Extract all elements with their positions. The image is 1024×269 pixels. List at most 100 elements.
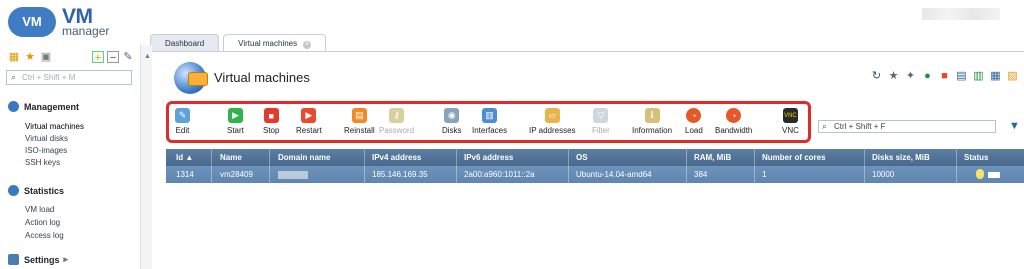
column-status[interactable]: Status [964, 153, 988, 162]
expand-all-icon[interactable]: + [92, 51, 104, 64]
settings-list-icon[interactable]: ▧ [1007, 71, 1018, 82]
close-tab-icon[interactable]: × [303, 41, 312, 49]
filter-funnel-icon[interactable]: ▼ [1009, 120, 1020, 132]
sidebar-item-access-log[interactable]: Access log [25, 231, 64, 240]
table-row[interactable]: 1314 vm28409 185.146.169.35 2a00:a960:10… [166, 166, 1024, 183]
toolbar-reinstall-button[interactable]: ▤ Reinstall [344, 108, 375, 135]
redacted-domain [278, 170, 308, 179]
sidebar-item-action-log[interactable]: Action log [25, 218, 60, 227]
start-icon: ▶ [227, 108, 243, 123]
management-icon [8, 101, 19, 112]
toolbar-information-button[interactable]: ℹ Information [632, 108, 672, 135]
sidebar-tools: ▦ ★ ▣ + − ✎ [8, 51, 133, 64]
page-actions: ↻ ★ ✦ ● ■ ▤ ▥ ▦ ▧ [871, 71, 1018, 82]
sidebar-item-iso-images[interactable]: ISO-images [25, 146, 67, 155]
disks-icon: ◉ [444, 108, 460, 123]
pin-icon[interactable]: ✎ [122, 51, 134, 63]
favorites-star-icon[interactable]: ★ [24, 51, 36, 63]
search-icon: ⌕ [11, 72, 17, 82]
toolbar-password-button[interactable]: ⚷ Password [379, 108, 414, 135]
print-icon[interactable]: ▦ [990, 71, 1001, 82]
load-icon: ◔ [686, 108, 702, 123]
reinstall-icon: ▤ [351, 108, 367, 123]
stop-icon: ■ [263, 108, 279, 123]
column-id[interactable]: Id ▲ [176, 153, 193, 162]
collapse-sidebar-icon[interactable]: ▲ [144, 53, 151, 60]
cell-os: Ubuntu-14.04-amd64 [576, 170, 652, 179]
cell-ipv6: 2a00:a960:1011::2a [464, 170, 535, 179]
cell-id: 1314 [176, 170, 194, 179]
toolbar-load-button[interactable]: ◔ Load [685, 108, 703, 135]
refresh-icon[interactable]: ↻ [871, 71, 882, 82]
statistics-icon [8, 185, 19, 196]
sidebar: ▦ ★ ▣ + − ✎ ⌕ Ctrl + Shift + M Managemen… [0, 45, 140, 269]
toolbar-edit-button[interactable]: ✎ Edit [175, 108, 190, 135]
toolbar-ip-addresses-button[interactable]: ▱ IP addresses [529, 108, 576, 135]
toolbar-start-button[interactable]: ▶ Start [227, 108, 244, 135]
expand-arrow-icon: ▸ [63, 254, 69, 264]
pin-page-icon[interactable]: ✦ [905, 71, 916, 82]
cell-ipv4: 185.146.169.35 [372, 170, 428, 179]
column-ipv4[interactable]: IPv4 address [372, 153, 421, 162]
column-ram[interactable]: RAM, MiB [694, 153, 731, 162]
logo-manager-text: manager [62, 24, 110, 38]
page-title: Virtual machines [214, 70, 310, 85]
sidebar-section-settings[interactable]: Settings ▸ [8, 254, 68, 265]
logo-badge: VM [8, 6, 56, 37]
toolbar-bandwidth-button[interactable]: ◔ Bandwidth [715, 108, 752, 135]
column-domain-name[interactable]: Domain name [278, 153, 330, 162]
document-icon[interactable]: ▤ [956, 71, 967, 82]
toolbar-stop-button[interactable]: ■ Stop [263, 108, 279, 135]
ip-addresses-icon: ▱ [544, 108, 560, 123]
column-cores[interactable]: Number of cores [762, 153, 826, 162]
logo[interactable]: VM VM manager [8, 6, 109, 37]
vm-toolbar: ✎ Edit ▶ Start ■ Stop ▶ Restart ▤ Reinst… [166, 101, 811, 143]
edit-icon: ✎ [175, 108, 190, 123]
tab-bar-underline [150, 51, 1024, 52]
filter-icon: ▽ [593, 108, 609, 123]
sidebar-splitter[interactable]: ▲ [140, 45, 152, 269]
cell-disks-size: 10000 [872, 170, 895, 179]
sidebar-section-statistics[interactable]: Statistics [8, 185, 64, 196]
status-network-icon [988, 172, 1000, 178]
sidebar-item-virtual-machines[interactable]: Virtual machines [25, 122, 84, 131]
cell-ram: 384 [694, 170, 708, 179]
briefcase-icon[interactable]: ▣ [40, 51, 52, 63]
tab-virtual-machines[interactable]: Virtual machines × [223, 34, 327, 52]
settings-icon [8, 254, 19, 265]
sidebar-section-management[interactable]: Management [8, 101, 79, 112]
toolbar-disks-button[interactable]: ◉ Disks [442, 108, 462, 135]
tab-bar: Dashboard Virtual machines × [150, 34, 330, 52]
toolbar-filter-button[interactable]: ▽ Filter [592, 108, 610, 135]
sidebar-item-virtual-disks[interactable]: Virtual disks [25, 134, 68, 143]
search-icon: ⌕ [822, 121, 828, 131]
column-disks-size[interactable]: Disks size, MiB [872, 153, 930, 162]
column-ipv6[interactable]: IPv6 address [464, 153, 513, 162]
favorite-star-icon[interactable]: ★ [888, 71, 899, 82]
collapse-all-icon[interactable]: − [107, 51, 119, 64]
sitemap-icon[interactable]: ▦ [8, 51, 20, 63]
toolbar-interfaces-button[interactable]: ▥ Interfaces [472, 108, 507, 135]
sidebar-search-input[interactable]: ⌕ Ctrl + Shift + M [6, 70, 132, 85]
tab-dashboard[interactable]: Dashboard [150, 34, 220, 52]
vnc-icon: VNC [782, 108, 798, 123]
restart-icon: ▶ [301, 108, 317, 123]
sidebar-item-vm-load[interactable]: VM load [25, 205, 54, 214]
cell-cores: 1 [762, 170, 767, 179]
virtual-machines-page-icon [174, 62, 208, 94]
export-icon[interactable]: ▥ [973, 71, 984, 82]
toolbar-restart-button[interactable]: ▶ Restart [296, 108, 322, 135]
table-filter-input[interactable]: ⌕ Ctrl + Shift + F [818, 120, 996, 133]
cell-domain-name [278, 170, 308, 179]
information-icon: ℹ [644, 108, 660, 123]
password-icon: ⚷ [389, 108, 405, 123]
column-name[interactable]: Name [220, 153, 242, 162]
user-info-redacted[interactable] [922, 8, 1000, 20]
interfaces-icon: ▥ [482, 108, 498, 123]
table-header: Id ▲ Name Domain name IPv4 address IPv6 … [166, 149, 1024, 166]
sidebar-item-ssh-keys[interactable]: SSH keys [25, 158, 60, 167]
globe-icon[interactable]: ● [922, 71, 933, 82]
column-os[interactable]: OS [576, 153, 588, 162]
toolbar-vnc-button[interactable]: VNC VNC [782, 108, 799, 135]
record-icon[interactable]: ■ [939, 71, 950, 82]
